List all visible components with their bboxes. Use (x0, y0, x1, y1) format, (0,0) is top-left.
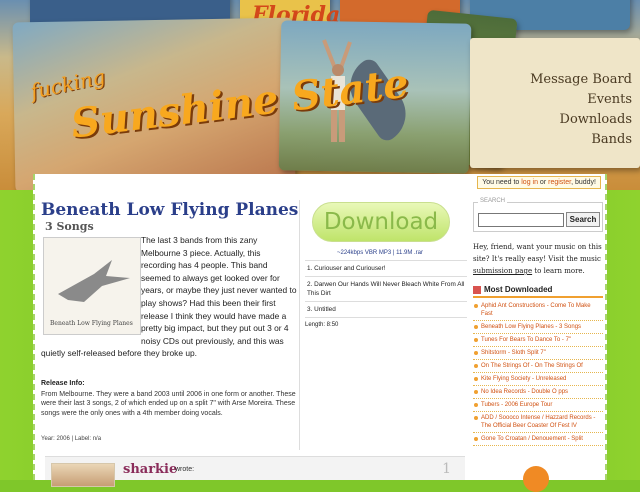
login-notice: You need to log in or register, buddy! (477, 176, 601, 189)
comment-username[interactable]: sharkie (123, 462, 177, 477)
release-info-heading: Release Info: (41, 380, 85, 387)
release-meta: Year: 2006 | Label: n/a (41, 436, 102, 442)
most-downloaded-heading: Most Downloaded (473, 285, 603, 298)
download-info: ~224kbps VBR MP3 | 11.9M .rar (337, 250, 423, 256)
list-item[interactable]: Beneath Low Flying Planes - 3 Songs (473, 321, 603, 334)
search-input[interactable] (478, 213, 564, 227)
list-item[interactable]: Tubers - 2006 Europe Tour (473, 399, 603, 412)
nav-events[interactable]: Events (530, 90, 632, 110)
comment-number: 1 (442, 461, 451, 477)
login-suffix: , buddy! (571, 179, 596, 186)
column-divider (299, 200, 300, 450)
login-link[interactable]: log in (521, 179, 538, 186)
comment-wrote-label: wrote: (175, 466, 195, 473)
list-item[interactable]: ADD / Soooco Intense / Hazzard Records -… (473, 412, 603, 433)
album-description: The last 3 bands from this zany Melbourn… (41, 234, 297, 360)
album-title: Beneath Low Flying Planes (41, 200, 299, 220)
track-item: 1. Curiouser and Curiouser! (305, 260, 467, 276)
login-middle: or (537, 179, 549, 186)
list-item[interactable]: On The Strings Of - On The Strings Of (473, 360, 603, 373)
submission-note-suffix: to learn more. (532, 267, 585, 275)
track-item: 2. Darwen Our Hands Will Never Bleach Wh… (305, 276, 467, 301)
main-content: You need to log in or register, buddy! B… (33, 174, 607, 492)
release-info-text: From Melbourne. They were a band 2003 un… (41, 391, 296, 417)
list-item[interactable]: Gone To Croatan / Denouement - Split (473, 433, 603, 446)
register-link[interactable]: register (548, 179, 571, 186)
download-button[interactable]: Download (312, 202, 450, 242)
sidebar: SEARCH Search Hey, friend, want your mus… (473, 198, 603, 446)
search-button[interactable]: Search (566, 212, 600, 227)
main-nav: Message Board Events Downloads Bands (530, 70, 632, 150)
submission-note-text: Hey, friend, want your music on this sit… (473, 243, 602, 263)
list-item[interactable]: Tunes For Bears To Dance To - 7" (473, 334, 603, 347)
chart-icon (473, 285, 481, 294)
total-length: Length: 8:50 (305, 322, 339, 328)
list-item[interactable]: Kite Flying Society - Unreleased (473, 373, 603, 386)
most-downloaded-list: Aphid Ant Constructions - Come To Make F… (473, 300, 603, 446)
track-list: 1. Curiouser and Curiouser! 2. Darwen Ou… (305, 260, 467, 318)
search-box: SEARCH Search (473, 198, 603, 232)
site-header: Florida fucking Sunshine State Message B… (0, 0, 640, 190)
submission-page-link[interactable]: submission page (473, 267, 532, 275)
avatar[interactable] (51, 463, 115, 487)
most-downloaded-label: Most Downloaded (484, 285, 553, 294)
list-item[interactable]: Shitstorm - Sloth Split 7" (473, 347, 603, 360)
nav-bands[interactable]: Bands (530, 130, 632, 150)
rss-icon[interactable] (523, 466, 549, 492)
list-item[interactable]: No Idea Records - Double O pps (473, 386, 603, 399)
nav-message-board[interactable]: Message Board (530, 70, 632, 90)
list-item[interactable]: Aphid Ant Constructions - Come To Make F… (473, 300, 603, 321)
nav-downloads[interactable]: Downloads (530, 110, 632, 130)
search-legend: SEARCH (478, 198, 508, 204)
login-prefix: You need to (482, 179, 522, 186)
submission-note: Hey, friend, want your music on this sit… (473, 241, 603, 277)
comment: sharkie wrote: 1 (45, 456, 465, 487)
description-float-spacer (41, 234, 141, 336)
track-item: 3. Untitled (305, 301, 467, 318)
album-subtitle: 3 Songs (45, 220, 94, 233)
